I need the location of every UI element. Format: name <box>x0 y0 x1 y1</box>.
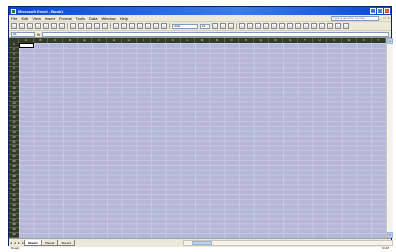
spelling-icon[interactable] <box>59 23 65 29</box>
percent-icon[interactable] <box>279 23 285 29</box>
cut-icon[interactable] <box>70 23 76 29</box>
minimize-button[interactable]: _ <box>370 8 376 14</box>
decrease-indent-icon[interactable] <box>311 23 317 29</box>
standard-toolbar: Arial 10 <box>9 22 391 31</box>
font-color-icon[interactable] <box>343 23 349 29</box>
toolbar-separator <box>67 23 68 29</box>
num-lock-indicator: NUM <box>382 246 389 250</box>
decrease-decimal-icon[interactable] <box>303 23 309 29</box>
permission-icon[interactable] <box>35 23 41 29</box>
toolbar-separator <box>110 23 111 29</box>
menu-window[interactable]: Window <box>101 16 115 21</box>
align-right-icon[interactable] <box>255 23 261 29</box>
sort-descending-icon[interactable] <box>137 23 143 29</box>
bold-icon[interactable] <box>212 23 218 29</box>
menu-tools[interactable]: Tools <box>76 16 85 21</box>
currency-icon[interactable] <box>271 23 277 29</box>
help-search-input[interactable]: Type a question for help <box>331 16 379 21</box>
print-icon[interactable] <box>43 23 49 29</box>
fill-color-icon[interactable] <box>335 23 341 29</box>
row-headers: 1 2 3 4 5 6 7 8 9 10 11 12 13 14 15 16 17 18 19 20 21 22 23 24 2… <box>9 43 19 238</box>
hyperlink-icon[interactable] <box>113 23 119 29</box>
excel-window: Microsoft Excel - Book1 _ □ × File Edit … <box>8 6 393 247</box>
menu-help[interactable]: Help <box>120 16 128 21</box>
scroll-up-icon[interactable]: ▲ <box>387 38 393 44</box>
undo-icon[interactable] <box>94 23 100 29</box>
workbook-minimize-button[interactable]: _ <box>379 16 382 20</box>
window-controls: _ □ × <box>370 8 390 14</box>
chart-wizard-icon[interactable] <box>145 23 151 29</box>
underline-icon[interactable] <box>228 23 234 29</box>
menu-file[interactable]: File <box>11 16 17 21</box>
workbook-controls: _ □ × <box>379 16 390 20</box>
title-bar[interactable]: Microsoft Excel - Book1 _ □ × <box>9 7 391 15</box>
toolbar-separator <box>169 23 170 29</box>
font-size-select[interactable]: 10 <box>200 23 210 29</box>
restore-button[interactable]: □ <box>377 8 383 14</box>
paste-icon[interactable] <box>86 23 92 29</box>
close-button[interactable]: × <box>384 8 390 14</box>
borders-icon[interactable] <box>327 23 333 29</box>
formula-bar: A1 fx <box>9 31 391 38</box>
window-title: Microsoft Excel - Book1 <box>18 8 64 14</box>
workbook-close-button[interactable]: × <box>387 16 390 20</box>
vertical-scrollbar[interactable]: ▲ ▼ <box>386 38 393 238</box>
zoom-icon[interactable] <box>161 23 167 29</box>
redo-icon[interactable] <box>102 23 108 29</box>
menu-format[interactable]: Format <box>59 16 72 21</box>
menu-edit[interactable]: Edit <box>21 16 28 21</box>
copy-icon[interactable] <box>78 23 84 29</box>
status-text: Ready <box>11 246 20 250</box>
sort-ascending-icon[interactable] <box>129 23 135 29</box>
italic-icon[interactable] <box>220 23 226 29</box>
active-cell[interactable] <box>19 43 34 48</box>
menu-view[interactable]: View <box>32 16 41 21</box>
worksheet-grid: ABCDEFGHIJKLMNOPQRSTUVWXY 1 2 3 4 5 6 7 8 9 10 11 1… <box>9 38 393 238</box>
workbook-restore-button[interactable]: □ <box>383 16 386 20</box>
menu-insert[interactable]: Insert <box>45 16 55 21</box>
drawing-icon[interactable] <box>153 23 159 29</box>
increase-decimal-icon[interactable] <box>295 23 301 29</box>
new-icon[interactable] <box>11 23 17 29</box>
font-name-select[interactable]: Arial <box>172 23 198 29</box>
formula-input[interactable] <box>42 31 389 37</box>
toolbar-separator <box>236 23 237 29</box>
autosum-icon[interactable] <box>121 23 127 29</box>
horizontal-scroll-thumb[interactable] <box>192 241 212 245</box>
cell-area[interactable] <box>19 43 386 238</box>
merge-center-icon[interactable] <box>263 23 269 29</box>
comma-style-icon[interactable] <box>287 23 293 29</box>
open-icon[interactable] <box>19 23 25 29</box>
print-preview-icon[interactable] <box>51 23 57 29</box>
insert-function-icon[interactable]: fx <box>37 32 40 37</box>
save-icon[interactable] <box>27 23 33 29</box>
increase-indent-icon[interactable] <box>319 23 325 29</box>
menu-data[interactable]: Data <box>89 16 97 21</box>
align-left-icon[interactable] <box>239 23 245 29</box>
name-box[interactable]: A1 <box>11 31 35 37</box>
align-center-icon[interactable] <box>247 23 253 29</box>
status-bar: Ready NUM <box>8 246 392 251</box>
excel-app-icon <box>11 8 16 14</box>
